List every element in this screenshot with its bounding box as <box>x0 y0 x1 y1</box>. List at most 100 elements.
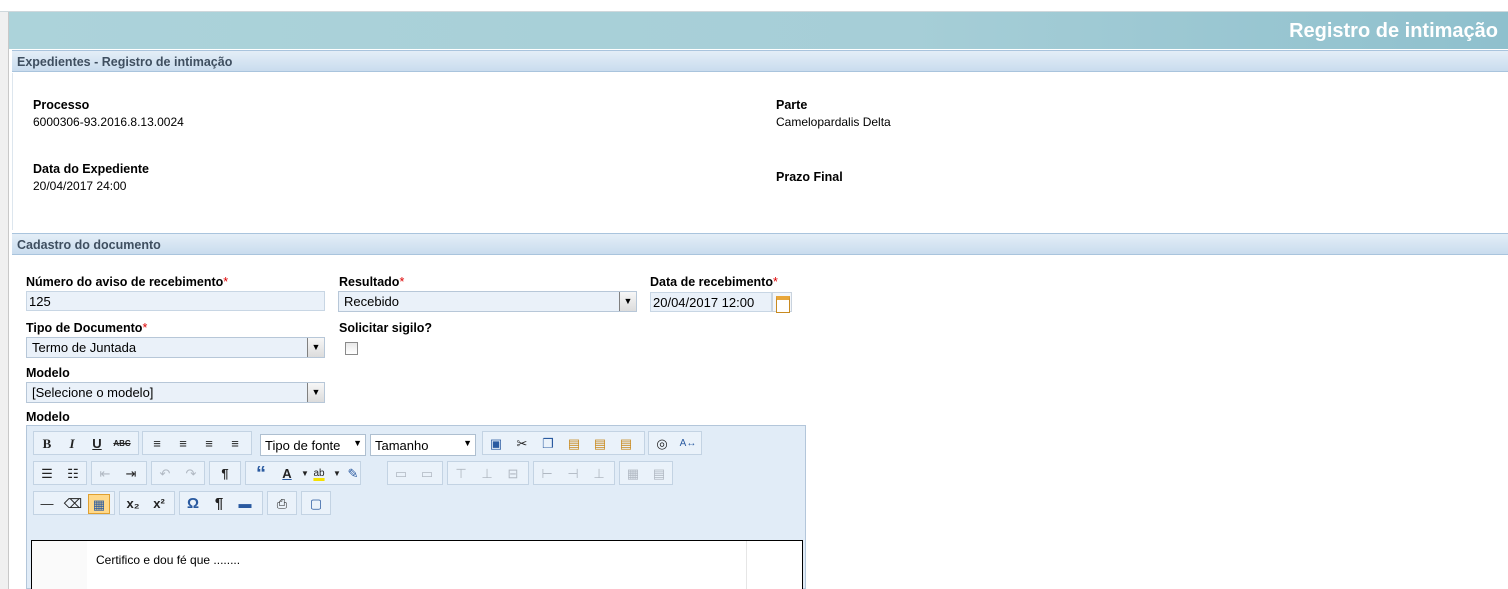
page-break-icon[interactable]: ▬ <box>234 494 256 514</box>
maximize-group: ▢ <box>301 491 331 515</box>
top-border <box>0 0 1508 12</box>
bullet-list-icon[interactable]: ☰ <box>36 464 58 484</box>
table-props-icon[interactable]: ▭ <box>390 464 412 484</box>
special-group: Ω ¶ ▬ <box>179 491 263 515</box>
toolbar-row-2: ☰ ☷ ⇤ ⇥ ↶ ↷ ¶ “ A ▼ ab ▼ ✎ ▭ ▭ ⊤ ⊥ ⊟ ⊢ ⊣… <box>33 461 803 485</box>
history-group: ↶ ↷ <box>151 461 205 485</box>
paragraph-icon[interactable]: ¶ <box>214 464 236 484</box>
resultado-select[interactable]: Recebido ▼ <box>338 291 637 312</box>
processo-value: 6000306-93.2016.8.13.0024 <box>33 115 184 129</box>
sigilo-label: Solicitar sigilo? <box>339 321 433 335</box>
paste-text-icon[interactable]: ▤ <box>589 434 611 454</box>
rich-text-editor: B I U ABC ≡ ≡ ≡ ≡ Tipo de fonte ▼ Tamanho… <box>26 425 806 589</box>
style-group: “ A ▼ ab ▼ ✎ <box>245 461 361 485</box>
insert-group: — ⌫ ▦ <box>33 491 115 515</box>
data-recebimento-label: Data de recebimento* <box>650 275 778 289</box>
align-justify-icon[interactable]: ≡ <box>224 434 246 454</box>
modelo-selected: [Selecione o modelo] <box>32 385 154 400</box>
data-expediente-label: Data do Expediente <box>33 162 149 176</box>
list-group: ☰ ☷ <box>33 461 87 485</box>
merge-cells-icon[interactable]: ▤ <box>648 464 670 484</box>
chevron-down-icon: ▼ <box>463 438 472 448</box>
eraser-icon[interactable]: ⌫ <box>62 494 84 514</box>
insert-col-left-icon[interactable]: ⊢ <box>536 464 558 484</box>
print-group: ⎙ <box>267 491 297 515</box>
tipo-documento-label: Tipo de Documento* <box>26 321 148 335</box>
align-right-icon[interactable]: ≡ <box>198 434 220 454</box>
print-icon[interactable]: ⎙ <box>271 494 293 514</box>
prazo-final-label: Prazo Final <box>776 170 843 184</box>
table-icon[interactable]: ▦ <box>88 494 110 514</box>
processo-label: Processo <box>33 98 90 112</box>
special-char-icon[interactable]: Ω <box>182 494 204 514</box>
column-group: ⊢ ⊣ ⊥ <box>533 461 615 485</box>
editor-label: Modelo <box>26 410 70 424</box>
parte-value: Camelopardalis Delta <box>776 115 891 129</box>
tipo-documento-select[interactable]: Termo de Juntada ▼ <box>26 337 325 358</box>
editor-margin <box>32 541 87 589</box>
cadastro-panel-header: Cadastro do documento <box>12 233 1508 255</box>
resultado-label: Resultado* <box>339 275 405 289</box>
row-group: ⊤ ⊥ ⊟ <box>447 461 529 485</box>
insert-col-right-icon[interactable]: ⊣ <box>562 464 584 484</box>
maximize-icon[interactable]: ▢ <box>305 494 327 514</box>
show-blocks-icon[interactable]: ¶ <box>208 494 230 514</box>
strikethrough-button[interactable]: ABC <box>111 434 133 454</box>
indent-icon[interactable]: ⇥ <box>120 464 142 484</box>
cut-icon[interactable]: ✂ <box>511 434 533 454</box>
chevron-down-icon[interactable]: ▼ <box>307 338 324 357</box>
numero-aviso-input[interactable]: 125 <box>26 291 325 311</box>
redo-icon[interactable]: ↷ <box>180 464 202 484</box>
cell-props-icon[interactable]: ▭ <box>416 464 438 484</box>
sigilo-checkbox[interactable] <box>345 342 358 355</box>
font-family-select[interactable]: Tipo de fonte ▼ <box>260 434 366 456</box>
copy-icon[interactable]: ❐ <box>537 434 559 454</box>
delete-col-icon[interactable]: ⊥ <box>588 464 610 484</box>
outdent-icon[interactable]: ⇤ <box>94 464 116 484</box>
chevron-down-icon: ▼ <box>353 438 362 448</box>
select-all-icon[interactable]: ▣ <box>485 434 507 454</box>
clipboard-group: ▣ ✂ ❐ ▤ ▤ ▤ <box>482 431 645 455</box>
subscript-button[interactable]: x₂ <box>122 494 144 514</box>
horizontal-rule-icon[interactable]: — <box>36 494 58 514</box>
format-group: B I U ABC <box>33 431 139 455</box>
align-left-icon[interactable]: ≡ <box>146 434 168 454</box>
split-cells-icon[interactable]: ▦ <box>622 464 644 484</box>
insert-row-below-icon[interactable]: ⊥ <box>476 464 498 484</box>
undo-icon[interactable]: ↶ <box>154 464 176 484</box>
data-recebimento-input[interactable]: 20/04/2017 12:00 <box>650 292 772 312</box>
italic-button[interactable]: I <box>61 434 83 454</box>
chevron-down-icon[interactable]: ▼ <box>307 383 324 402</box>
expediente-panel: Processo 6000306-93.2016.8.13.0024 Parte… <box>12 73 1508 230</box>
insert-row-above-icon[interactable]: ⊤ <box>450 464 472 484</box>
align-center-icon[interactable]: ≡ <box>172 434 194 454</box>
editor-content[interactable]: Certifico e dou fé que ........ <box>31 540 803 589</box>
script-group: x₂ x² <box>119 491 175 515</box>
font-size-select[interactable]: Tamanho ▼ <box>370 434 476 456</box>
data-expediente-value: 20/04/2017 24:00 <box>33 179 127 193</box>
left-scroll-gutter <box>0 12 9 589</box>
calendar-icon[interactable] <box>772 292 792 313</box>
find-icon[interactable]: ◎ <box>651 434 673 454</box>
paste-icon[interactable]: ▤ <box>563 434 585 454</box>
bold-button[interactable]: B <box>36 434 58 454</box>
edit-icon[interactable]: ✎ <box>342 464 364 484</box>
underline-button[interactable]: U <box>86 434 108 454</box>
modelo-select[interactable]: [Selecione o modelo] ▼ <box>26 382 325 403</box>
page-title: Registro de intimação <box>1289 20 1498 42</box>
paste-word-icon[interactable]: ▤ <box>615 434 637 454</box>
resultado-selected: Recebido <box>344 294 399 309</box>
align-group: ≡ ≡ ≡ ≡ <box>142 431 252 455</box>
delete-row-icon[interactable]: ⊟ <box>502 464 524 484</box>
blockquote-icon[interactable]: “ <box>250 464 272 484</box>
font-family-value: Tipo de fonte <box>265 438 341 453</box>
superscript-button[interactable]: x² <box>148 494 170 514</box>
editor-text[interactable]: Certifico e dou fé que ........ <box>96 553 240 567</box>
replace-icon[interactable]: A↔ <box>677 434 699 454</box>
find-group: ◎ A↔ <box>648 431 702 455</box>
chevron-down-icon[interactable]: ▼ <box>619 292 636 311</box>
numbered-list-icon[interactable]: ☷ <box>62 464 84 484</box>
tipo-documento-selected: Termo de Juntada <box>32 340 137 355</box>
numero-aviso-label: Número do aviso de recebimento* <box>26 275 229 289</box>
font-size-value: Tamanho <box>375 438 429 453</box>
